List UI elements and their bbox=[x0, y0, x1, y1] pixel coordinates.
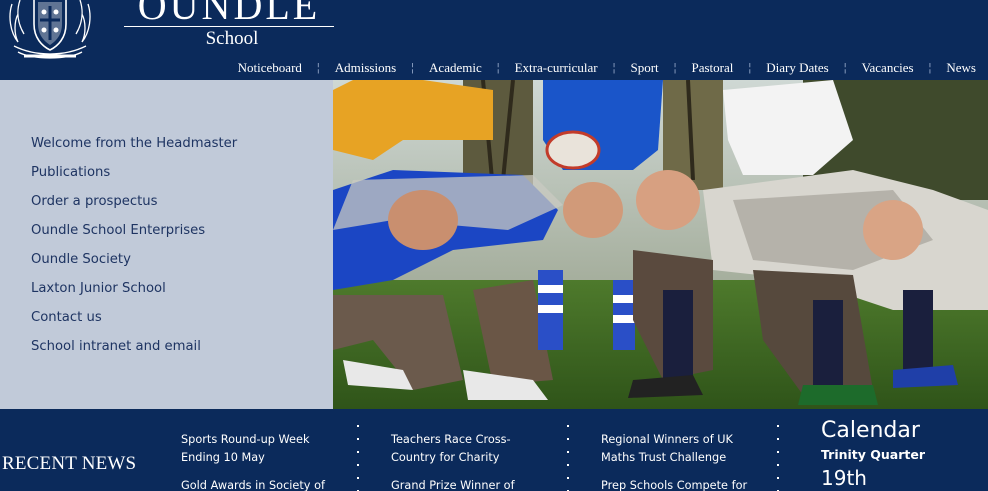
calendar-day: 19th bbox=[821, 466, 867, 490]
nav-item-sport[interactable]: Sport bbox=[615, 60, 673, 76]
calendar-term: Trinity Quarter bbox=[821, 447, 926, 462]
sidebar-menu: Welcome from the Headmaster Publications… bbox=[0, 80, 333, 409]
column-divider-dots bbox=[567, 425, 571, 491]
news-column-2: Teachers Race Cross-Country for Charity … bbox=[391, 431, 541, 491]
sidebar-item-contact-us[interactable]: Contact us bbox=[31, 309, 237, 338]
news-item[interactable]: Prep Schools Compete for bbox=[601, 477, 751, 491]
main-nav: Noticeboard ¦ Admissions ¦ Academic ¦ Ex… bbox=[223, 58, 988, 78]
column-divider-dots bbox=[777, 425, 781, 491]
news-column-3: Regional Winners of UK Maths Trust Chall… bbox=[601, 431, 751, 491]
nav-item-vacancies[interactable]: Vacancies bbox=[847, 60, 929, 76]
sidebar-item-publications[interactable]: Publications bbox=[31, 164, 237, 193]
news-item[interactable]: Grand Prize Winner of bbox=[391, 477, 541, 491]
sidebar-item-enterprises[interactable]: Oundle School Enterprises bbox=[31, 222, 237, 251]
nav-item-news[interactable]: News bbox=[931, 60, 988, 76]
calendar-title: Calendar bbox=[821, 418, 920, 443]
school-subtitle: School bbox=[205, 28, 259, 49]
school-name: OUNDLE bbox=[137, 0, 321, 28]
news-item[interactable]: Gold Awards in Society of bbox=[181, 477, 331, 491]
sidebar-item-oundle-society[interactable]: Oundle Society bbox=[31, 251, 237, 280]
sidebar-list: Welcome from the Headmaster Publications… bbox=[31, 135, 237, 367]
nav-item-diary-dates[interactable]: Diary Dates bbox=[751, 60, 843, 76]
nav-item-extra-curricular[interactable]: Extra-curricular bbox=[500, 60, 613, 76]
hero-photo-rugby-scrum bbox=[333, 80, 988, 409]
nav-item-admissions[interactable]: Admissions bbox=[320, 60, 411, 76]
calendar-panel[interactable]: Calendar Trinity Quarter 19th bbox=[821, 417, 925, 491]
news-calendar-band: RECENT NEWS Sports Round-up Week Ending … bbox=[0, 409, 988, 491]
news-column-1: Sports Round-up Week Ending 10 May Gold … bbox=[181, 431, 331, 491]
sidebar-item-intranet-email[interactable]: School intranet and email bbox=[31, 338, 237, 367]
news-item[interactable]: Teachers Race Cross-Country for Charity bbox=[391, 431, 541, 467]
nav-item-noticeboard[interactable]: Noticeboard bbox=[223, 60, 317, 76]
nav-item-academic[interactable]: Academic bbox=[414, 60, 497, 76]
nav-item-pastoral[interactable]: Pastoral bbox=[677, 60, 749, 76]
news-item[interactable]: Sports Round-up Week Ending 10 May bbox=[181, 431, 331, 467]
recent-news-heading: RECENT NEWS bbox=[2, 453, 137, 474]
site-header: OUNDLE School Noticeboard ¦ Admissions ¦… bbox=[0, 0, 988, 80]
sidebar-item-order-prospectus[interactable]: Order a prospectus bbox=[31, 193, 237, 222]
school-wordmark[interactable]: OUNDLE School bbox=[124, 0, 334, 51]
column-divider-dots bbox=[357, 425, 361, 491]
school-crest-logo[interactable] bbox=[4, 0, 96, 64]
hero-illustration bbox=[333, 80, 988, 409]
sidebar-item-welcome-headmaster[interactable]: Welcome from the Headmaster bbox=[31, 135, 237, 164]
news-item[interactable]: Regional Winners of UK Maths Trust Chall… bbox=[601, 431, 751, 467]
sidebar-item-laxton-junior[interactable]: Laxton Junior School bbox=[31, 280, 237, 309]
